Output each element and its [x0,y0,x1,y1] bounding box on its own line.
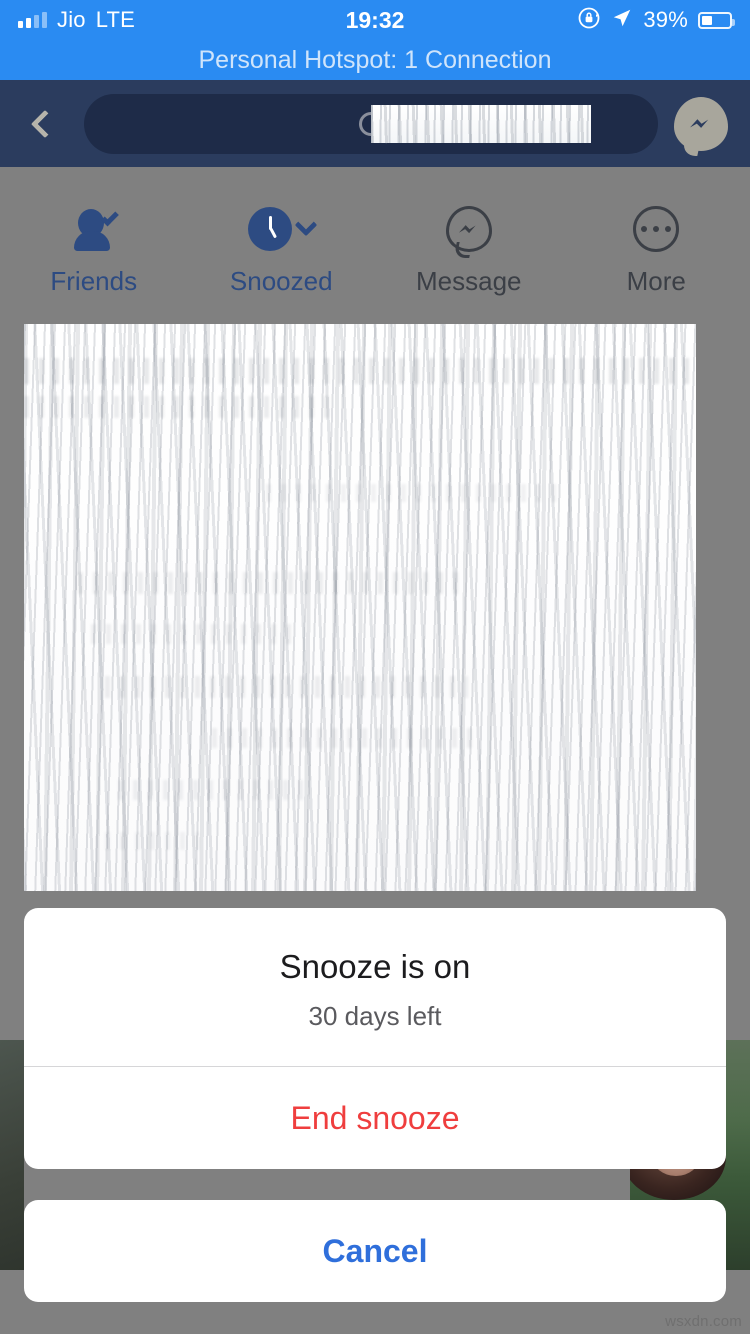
signal-bars-icon [18,12,47,28]
action-snoozed-label: Snoozed [229,266,333,296]
redacted-content-card [24,324,696,891]
carrier-label: Jio [57,7,86,32]
action-sheet-header: Snooze is on 30 days left [24,908,726,1066]
phone-screen: Jio LTE 19:32 39% Personal Hotspot: 1 Co… [0,0,750,1334]
messenger-button[interactable] [672,95,730,153]
cancel-button[interactable]: Cancel [24,1200,726,1302]
action-message-label: Message [416,266,522,296]
watermark-label: wsxdn.com [665,1313,742,1330]
personal-hotspot-banner[interactable]: Personal Hotspot: 1 Connection [0,40,750,80]
rotation-lock-icon [577,6,601,35]
navigation-bar [0,80,750,167]
end-snooze-button[interactable]: End snooze [24,1067,726,1169]
search-input[interactable] [84,93,658,154]
action-sheet-subtitle: 30 days left [308,1001,442,1032]
status-bar: Jio LTE 19:32 39% [0,0,750,40]
action-friends[interactable]: Friends [0,200,188,297]
profile-action-row: Friends Snoozed Message More [0,200,750,320]
search-value-redacted [371,104,591,143]
battery-percent-label: 39% [643,7,688,32]
action-sheet-title: Snooze is on [279,948,471,985]
status-bar-right: 39% [577,6,735,35]
ellipsis-circle-icon [633,200,680,258]
chevron-left-icon [30,109,60,138]
messenger-icon [674,96,728,151]
action-message[interactable]: Message [375,200,563,297]
status-bar-left: Jio LTE [18,7,135,33]
clock-chevron-icon [248,200,318,258]
back-button[interactable] [20,99,70,149]
action-more-label: More [626,266,686,296]
action-friends-label: Friends [50,266,138,296]
messenger-outline-icon [445,200,492,258]
network-type-label: LTE [95,7,136,32]
person-check-icon [73,200,119,258]
battery-icon [698,11,735,29]
photo-thumbnail-left[interactable] [0,1040,24,1270]
action-more[interactable]: More [563,200,750,297]
action-snoozed[interactable]: Snoozed [188,200,376,297]
location-arrow-icon [611,7,633,34]
action-sheet: Snooze is on 30 days left End snooze [24,908,726,1170]
